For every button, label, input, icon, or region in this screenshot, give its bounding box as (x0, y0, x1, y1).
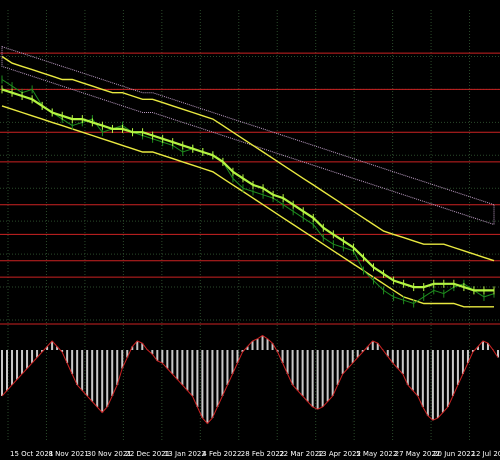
band-lower (1, 105, 494, 308)
x-tick-label: 8 Nov 2021 (48, 450, 88, 458)
x-tick-label: 13 Apr 2022 (318, 450, 361, 458)
sub-pane-bars (1, 335, 499, 424)
x-axis: 15 Oct 20218 Nov 202130 Nov 202122 Dec 2… (10, 450, 500, 458)
band-upper (1, 55, 495, 262)
chart-root: 15 Oct 2021 8 Nov 2021 30 Nov 2021 22 Dec 2… (0, 0, 500, 460)
price-line-1 (1, 79, 495, 305)
x-tick-label: 5 May 2022 (356, 450, 397, 458)
x-tick-label: 15 Oct 2021 (10, 450, 53, 458)
indicator-cloud (1, 45, 495, 226)
x-tick-label: 4 Feb 2022 (202, 450, 241, 458)
main-grid (0, 10, 500, 440)
x-tick-label: 28 Feb 2022 (241, 450, 285, 458)
x-tick-label: 20 Jun 2022 (433, 450, 475, 458)
cloud-outline (1, 45, 495, 226)
price-series (1, 75, 495, 308)
x-tick-label: 13 Jan 2022 (164, 450, 206, 458)
chart-canvas: 15 Oct 20218 Nov 202130 Nov 202122 Dec 2… (0, 10, 500, 458)
x-tick-label: 12 Jul 2022 (472, 450, 500, 458)
